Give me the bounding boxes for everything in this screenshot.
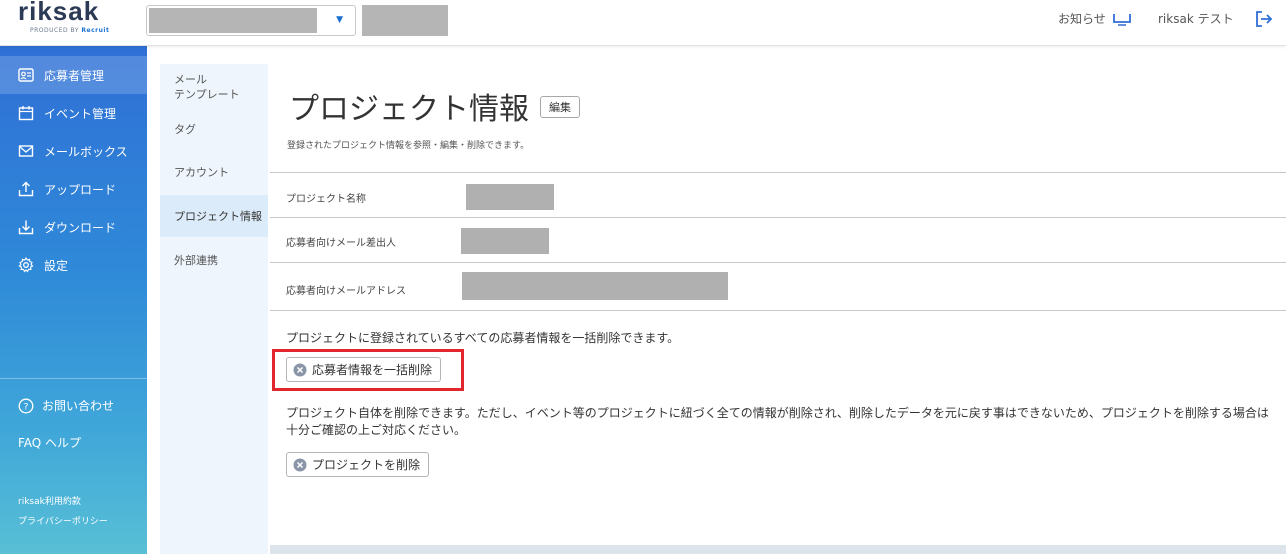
terms-link[interactable]: riksak利用約款 (18, 494, 81, 507)
bell-icon[interactable] (1111, 10, 1133, 26)
sidebar-item-label: ダウンロード (44, 220, 117, 235)
logo-subtitle: PRODUCED BY Recruit (30, 27, 109, 34)
user-name[interactable]: riksak テスト (1158, 10, 1234, 27)
bulk-delete-label: 応募者情報を一括削除 (312, 363, 433, 377)
riksak-logo[interactable]: riksak (18, 0, 99, 27)
sidebar-divider (0, 378, 147, 379)
divider (270, 262, 1286, 263)
top-header: riksak PRODUCED BY Recruit ▼ お知らせ riksak… (0, 0, 1286, 46)
notice-link[interactable]: お知らせ (1058, 10, 1106, 27)
logo-brand: Recruit (81, 27, 110, 34)
sidebar-item-label: アップロード (44, 182, 117, 197)
contact-label: お問い合わせ (42, 399, 115, 413)
project-delete-note: プロジェクト自体を削除できます。ただし、イベント等のプロジェクトに紐づく全ての情… (286, 406, 1269, 437)
sidebar-item-settings[interactable]: 設定 (0, 246, 147, 284)
privacy-link[interactable]: プライバシーポリシー (18, 514, 108, 527)
project-info-panel: プロジェクト情報 編集 登録されたプロジェクト情報を参照・編集・削除できます。 … (270, 64, 1286, 554)
bulk-delete-applicants-button[interactable]: 応募者情報を一括削除 (286, 357, 442, 382)
upload-icon (18, 181, 34, 197)
edit-button[interactable]: 編集 (540, 96, 580, 118)
page-description: 登録されたプロジェクト情報を参照・編集・削除できます。 (287, 141, 530, 151)
bulk-delete-note: プロジェクトに登録されているすべての応募者情報を一括削除できます。 (286, 331, 680, 345)
redacted-header-field (362, 5, 448, 36)
project-select[interactable]: ▼ (146, 5, 356, 36)
sidebar-item-label: 応募者管理 (44, 68, 105, 83)
x-circle-icon (293, 363, 307, 376)
settings-subnav: メール テンプレート タグ アカウント プロジェクト情報 外部連携 (160, 64, 268, 554)
help-circle-icon: ? (18, 398, 34, 413)
redacted-project-name (149, 8, 317, 33)
sidebar-item-events[interactable]: イベント管理 (0, 94, 147, 132)
redacted-project-name-value (466, 184, 554, 210)
sidebar-item-label: メールボックス (44, 144, 128, 159)
sidebar-item-applicants[interactable]: 応募者管理 (0, 56, 147, 94)
sidebar-item-mailbox[interactable]: メールボックス (0, 132, 147, 170)
divider (270, 217, 1286, 218)
contact-link[interactable]: ? お問い合わせ (18, 397, 114, 414)
subnav-item-account[interactable]: アカウント (160, 165, 268, 180)
logo-produced-by: PRODUCED BY (30, 27, 79, 34)
sidebar-item-download[interactable]: ダウンロード (0, 208, 147, 246)
chevron-down-icon: ▼ (336, 15, 343, 25)
mail-icon (18, 145, 34, 157)
delete-project-button[interactable]: プロジェクトを削除 (286, 452, 430, 477)
subnav-item-tags[interactable]: タグ (160, 122, 268, 137)
applicant-card-icon (18, 68, 34, 82)
download-icon (18, 220, 34, 235)
sidebar-item-label: 設定 (44, 258, 69, 273)
gear-icon (18, 257, 34, 273)
logout-icon[interactable] (1255, 10, 1273, 28)
subnav-item-project-info[interactable]: プロジェクト情報 (160, 195, 268, 237)
redacted-mail-sender-value (461, 228, 549, 254)
calendar-icon (18, 106, 34, 121)
main-sidebar: 応募者管理 イベント管理 メールボックス アップロード ダウンロード 設定 ? … (0, 46, 147, 554)
sidebar-item-label: イベント管理 (44, 106, 117, 121)
panel-footer-band (270, 545, 1286, 554)
sidebar-item-upload[interactable]: アップロード (0, 170, 147, 208)
x-circle-icon (293, 458, 307, 471)
svg-text:?: ? (24, 402, 29, 412)
delete-project-label: プロジェクトを削除 (312, 458, 421, 472)
field-label-mail-sender: 応募者向けメール差出人 (286, 238, 396, 249)
subnav-item-mail-template[interactable]: メール テンプレート (160, 72, 268, 102)
redacted-mail-address-value (462, 272, 728, 300)
subnav-item-integrations[interactable]: 外部連携 (160, 253, 268, 268)
field-label-mail-address: 応募者向けメールアドレス (286, 286, 406, 297)
page-title: プロジェクト情報 (289, 92, 529, 127)
divider (270, 310, 1286, 311)
faq-link[interactable]: FAQ ヘルプ (18, 434, 81, 451)
field-label-project-name: プロジェクト名称 (286, 194, 366, 205)
divider (270, 172, 1286, 173)
